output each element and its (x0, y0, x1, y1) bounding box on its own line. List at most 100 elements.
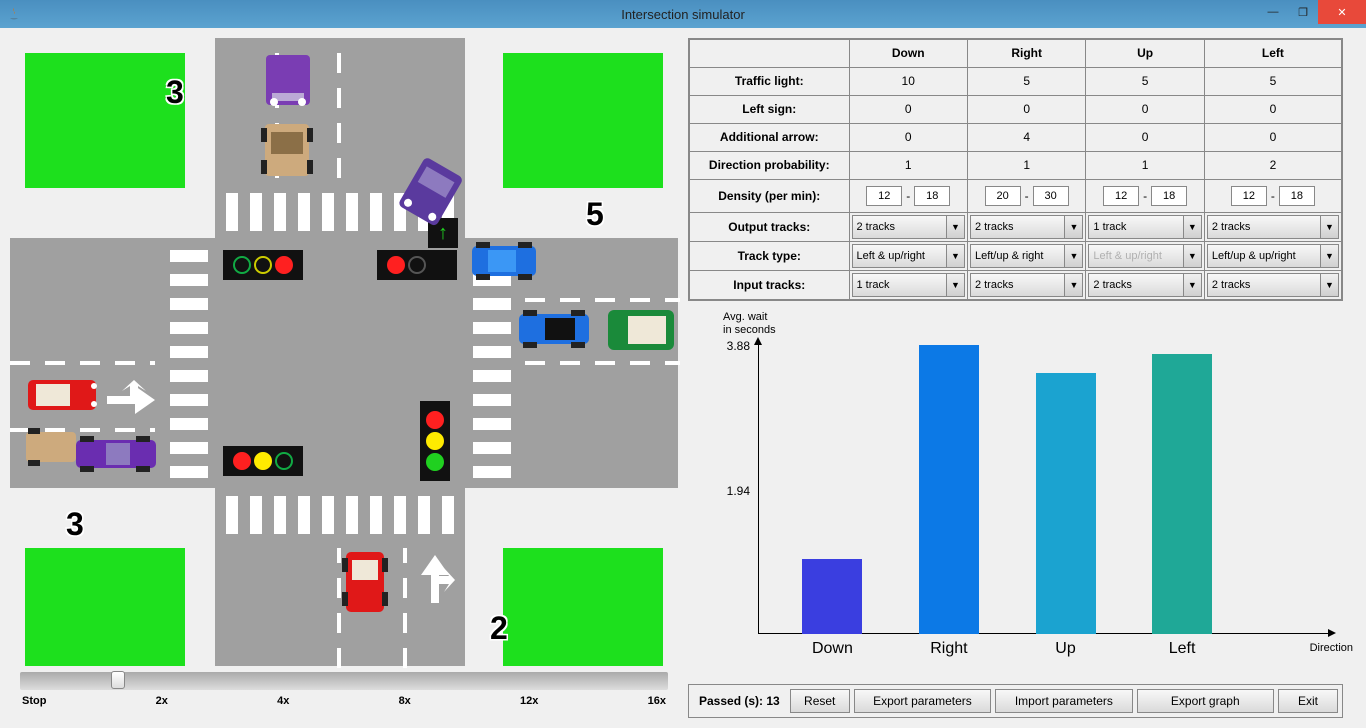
combo-box[interactable]: Left & up/right▼ (852, 244, 965, 268)
chevron-down-icon[interactable]: ▼ (1184, 273, 1202, 297)
combo-box[interactable]: 2 tracks▼ (970, 273, 1083, 297)
row-label: Left sign: (689, 95, 849, 123)
speed-label: 16x (648, 695, 666, 707)
chart-bar-label: Left (1137, 634, 1227, 658)
table-cell: 0 (967, 95, 1085, 123)
chevron-down-icon[interactable]: ▼ (1184, 244, 1202, 268)
traffic-light-left (420, 401, 450, 481)
counter-top-right: 5 (586, 196, 604, 233)
export-graph-button[interactable]: Export graph (1137, 689, 1274, 713)
chart-bar (1152, 354, 1212, 634)
close-button[interactable]: ✕ (1318, 0, 1366, 24)
combo-box[interactable]: 2 tracks▼ (970, 215, 1083, 239)
speed-label: Stop (22, 695, 46, 707)
row-label: Density (per min): (689, 179, 849, 212)
density-high-input[interactable] (1279, 186, 1315, 206)
titlebar: Intersection simulator — ❐ ✕ (0, 0, 1366, 28)
combo-box[interactable]: 1 track▼ (852, 273, 965, 297)
combo-box[interactable]: Left/up & right▼ (970, 244, 1083, 268)
window-controls: — ❐ ✕ (1258, 0, 1366, 24)
car (606, 306, 676, 354)
import-params-button[interactable]: Import parameters (995, 689, 1132, 713)
table-cell: 0 (1204, 123, 1342, 151)
table-header (689, 39, 849, 67)
table-header: Down (849, 39, 967, 67)
combo-box[interactable]: 2 tracks▼ (1088, 273, 1201, 297)
lane-dash (10, 361, 155, 365)
counter-bottom-right: 2 (490, 610, 508, 647)
car (258, 53, 318, 108)
bottom-bar: Passed (s): 13 Reset Export parameters I… (688, 684, 1343, 718)
chart-tick: 1.94 (708, 484, 758, 498)
chart-tick: 3.88 (708, 339, 758, 353)
chevron-down-icon[interactable]: ▼ (1065, 215, 1083, 239)
table-cell: 4 (967, 123, 1085, 151)
exit-button[interactable]: Exit (1278, 689, 1338, 713)
speed-label: 2x (156, 695, 168, 707)
slider-thumb[interactable] (111, 671, 125, 689)
row-label: Additional arrow: (689, 123, 849, 151)
lane-arrow-icon (415, 548, 455, 608)
minimize-button[interactable]: — (1258, 0, 1288, 24)
density-low-input[interactable] (985, 186, 1021, 206)
table-header: Up (1086, 39, 1204, 67)
density-high-input[interactable] (1033, 186, 1069, 206)
table-header: Right (967, 39, 1085, 67)
lane-arrow-icon (102, 380, 162, 420)
traffic-light-down (223, 250, 303, 280)
chart-bar (802, 559, 862, 634)
traffic-light-arrow (377, 250, 457, 280)
car (257, 120, 317, 180)
combo-box[interactable]: 1 track▼ (1088, 215, 1201, 239)
row-label: Input tracks: (689, 270, 849, 300)
export-params-button[interactable]: Export parameters (854, 689, 991, 713)
chevron-down-icon[interactable]: ▼ (1184, 215, 1202, 239)
table-cell: 1 (1086, 151, 1204, 179)
chevron-down-icon[interactable]: ▼ (1065, 273, 1083, 297)
chart: Avg. waitin seconds Direction DownRightU… (688, 305, 1343, 685)
counter-top-left: 3 (166, 74, 184, 111)
control-panel: DownRightUpLeft Traffic light:10555Left … (688, 38, 1343, 718)
density-low-input[interactable] (1103, 186, 1139, 206)
speed-slider[interactable]: Stop 2x 4x 8x 12x 16x (10, 666, 678, 707)
combo-box[interactable]: 2 tracks▼ (852, 215, 965, 239)
chevron-down-icon[interactable]: ▼ (1321, 215, 1339, 239)
speed-label: 8x (399, 695, 411, 707)
density-low-input[interactable] (866, 186, 902, 206)
chevron-down-icon[interactable]: ▼ (1321, 273, 1339, 297)
speed-label: 12x (520, 695, 538, 707)
combo-box[interactable]: 2 tracks▼ (1207, 215, 1339, 239)
combo-box[interactable]: 2 tracks▼ (1207, 273, 1339, 297)
grass-tr (503, 53, 663, 188)
maximize-button[interactable]: ❐ (1288, 0, 1318, 24)
chevron-down-icon[interactable]: ▼ (947, 215, 965, 239)
chart-bar-label: Down (787, 634, 877, 658)
simulation-panel: ↑ 3 5 3 2 (10, 38, 678, 718)
lane-dash (525, 298, 680, 302)
combo-box[interactable]: Left/up & up/right▼ (1207, 244, 1339, 268)
chevron-down-icon[interactable]: ▼ (1065, 244, 1083, 268)
chevron-down-icon[interactable]: ▼ (947, 244, 965, 268)
simulation-canvas: ↑ 3 5 3 2 (10, 38, 678, 666)
reset-button[interactable]: Reset (790, 689, 850, 713)
table-cell: 5 (1204, 67, 1342, 95)
table-cell: 0 (849, 123, 967, 151)
chevron-down-icon[interactable]: ▼ (1321, 244, 1339, 268)
table-cell: 0 (1086, 95, 1204, 123)
density-low-input[interactable] (1231, 186, 1267, 206)
row-label: Direction probability: (689, 151, 849, 179)
row-label: Output tracks: (689, 212, 849, 241)
grass-tl (25, 53, 185, 188)
chevron-down-icon[interactable]: ▼ (947, 273, 965, 297)
java-icon (6, 6, 22, 22)
density-high-input[interactable] (1151, 186, 1187, 206)
window-title: Intersection simulator (621, 7, 745, 22)
grass-bl (25, 548, 185, 666)
density-high-input[interactable] (914, 186, 950, 206)
car (515, 308, 595, 352)
grass-br (503, 548, 663, 666)
combo-box[interactable]: Left & up/right▼ (1088, 244, 1201, 268)
counter-bottom-left: 3 (66, 506, 84, 543)
speed-label: 4x (277, 695, 289, 707)
crosswalk-left (170, 248, 208, 478)
